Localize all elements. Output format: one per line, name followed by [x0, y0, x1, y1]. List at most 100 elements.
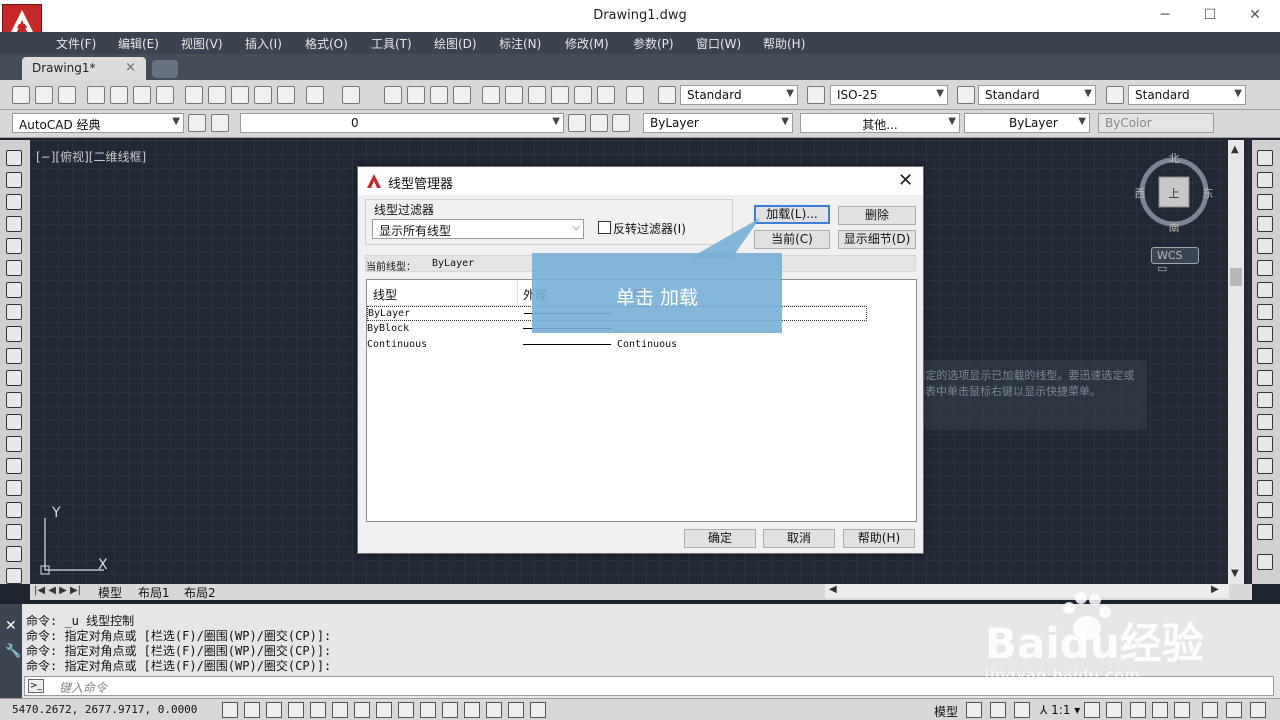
ducs-icon[interactable]: [398, 702, 414, 718]
close-icon[interactable]: ✕: [5, 618, 17, 634]
polygon-icon[interactable]: [6, 216, 22, 232]
ellipse-icon[interactable]: [6, 348, 22, 364]
ok-button[interactable]: 确定: [684, 529, 756, 548]
delete-button[interactable]: 删除: [838, 206, 916, 225]
invert-filter-label[interactable]: 反转过滤器(I): [613, 220, 686, 237]
wcs-menu[interactable]: WCS ▭: [1151, 247, 1199, 275]
arc-icon[interactable]: [6, 260, 22, 276]
chamfer-icon[interactable]: [1257, 458, 1273, 474]
auto-scale-icon[interactable]: [1106, 702, 1122, 718]
viewcube[interactable]: 北 南 西 东 上: [1134, 152, 1214, 232]
filter-select[interactable]: 显示所有线型 ⌵: [372, 219, 584, 239]
menu-help[interactable]: 帮助(H): [763, 35, 805, 52]
save-icon[interactable]: [58, 86, 76, 104]
table-style-select[interactable]: Standard ▼: [978, 85, 1096, 105]
new-icon[interactable]: [12, 86, 30, 104]
circle-icon[interactable]: [6, 282, 22, 298]
zoom-window-icon[interactable]: [430, 86, 448, 104]
table-style-icon[interactable]: [957, 86, 975, 104]
scale-icon[interactable]: [1257, 304, 1273, 320]
scroll-up-icon[interactable]: ▲: [1231, 144, 1239, 155]
publish-icon[interactable]: [133, 86, 151, 104]
compass-west[interactable]: 西: [1135, 187, 1146, 200]
menu-draw[interactable]: 绘图(D): [434, 35, 477, 52]
scroll-thumb[interactable]: [1230, 268, 1242, 286]
layer-state-icon[interactable]: [612, 114, 630, 132]
command-window-handle[interactable]: ✕ 🔧: [0, 604, 22, 698]
3d-osnap-icon[interactable]: [354, 702, 370, 718]
make-block-icon[interactable]: [6, 414, 22, 430]
current-button[interactable]: 当前(C): [754, 230, 830, 249]
multiline-text-icon[interactable]: [6, 546, 22, 562]
help-icon[interactable]: [626, 86, 644, 104]
break-icon[interactable]: [1257, 414, 1273, 430]
ortho-icon[interactable]: [288, 702, 304, 718]
workspace-select[interactable]: AutoCAD 经典 ▼: [12, 113, 184, 133]
cancel-button[interactable]: 取消: [763, 529, 835, 548]
pan-status-icon[interactable]: [1014, 702, 1030, 718]
infer-constraints-icon[interactable]: [222, 702, 238, 718]
clean-screen-icon[interactable]: [1250, 702, 1266, 718]
menu-insert[interactable]: 插入(I): [245, 35, 282, 52]
move-icon[interactable]: [1257, 260, 1273, 276]
erase-icon[interactable]: [1257, 150, 1273, 166]
scroll-down-icon[interactable]: ▼: [1231, 568, 1239, 579]
tab-layout1[interactable]: 布局1: [138, 584, 170, 601]
transparency-icon[interactable]: [464, 702, 480, 718]
make-current-layer-icon[interactable]: [568, 114, 586, 132]
rectangle-icon[interactable]: [6, 238, 22, 254]
annotation-monitor-icon[interactable]: [530, 702, 546, 718]
zoom-previous-icon[interactable]: [453, 86, 471, 104]
break-at-point-icon[interactable]: [1257, 392, 1273, 408]
stretch-icon[interactable]: [1257, 326, 1273, 342]
quick-view-layouts-icon[interactable]: [966, 702, 982, 718]
match-properties-icon[interactable]: [254, 86, 272, 104]
workspace-settings-icon[interactable]: [188, 114, 206, 132]
ellipse-arc-icon[interactable]: [6, 370, 22, 386]
menu-view[interactable]: 视图(V): [181, 35, 223, 52]
layer-select[interactable]: 0 ▼: [240, 113, 564, 133]
fillet-icon[interactable]: [1257, 480, 1273, 496]
block-editor-icon[interactable]: [277, 86, 295, 104]
text-style-select[interactable]: Standard ▼: [680, 85, 798, 105]
document-tab[interactable]: Drawing1* ×: [22, 57, 146, 80]
design-center-icon[interactable]: [505, 86, 523, 104]
annotation-scale[interactable]: ⅄ 1:1 ▾: [1040, 703, 1080, 717]
region-icon[interactable]: [6, 502, 22, 518]
selection-cycling-icon[interactable]: [508, 702, 524, 718]
open-icon[interactable]: [35, 86, 53, 104]
markup-icon[interactable]: [574, 86, 592, 104]
close-button[interactable]: ✕: [1240, 4, 1270, 26]
copy-icon[interactable]: [208, 86, 226, 104]
linetype-select[interactable]: 其他... ▼: [800, 113, 960, 133]
rotate-icon[interactable]: [1257, 282, 1273, 298]
menu-dimension[interactable]: 标注(N): [499, 35, 541, 52]
scroll-left-icon[interactable]: ◀: [829, 584, 837, 595]
workspace-switch-icon[interactable]: [1130, 702, 1146, 718]
hardware-acceleration-icon[interactable]: [1174, 702, 1190, 718]
hatch-icon[interactable]: [6, 458, 22, 474]
revision-cloud-icon[interactable]: [6, 304, 22, 320]
menu-format[interactable]: 格式(O): [305, 35, 348, 52]
invert-filter-checkbox[interactable]: [598, 221, 611, 234]
calculator-icon[interactable]: [597, 86, 615, 104]
list-item[interactable]: Continuous Continuous: [367, 338, 867, 353]
otrack-icon[interactable]: [376, 702, 392, 718]
pan-icon[interactable]: [384, 86, 402, 104]
lineweight-toggle-icon[interactable]: [442, 702, 458, 718]
copy-object-icon[interactable]: [1257, 172, 1273, 188]
layer-previous-icon[interactable]: [590, 114, 608, 132]
coordinates-readout[interactable]: 5470.2672, 2677.9717, 0.0000: [12, 703, 197, 716]
load-button[interactable]: 加载(L)...: [754, 205, 830, 224]
vertical-scrollbar[interactable]: ▲ ▼: [1228, 140, 1244, 584]
join-icon[interactable]: [1257, 436, 1273, 452]
point-icon[interactable]: [6, 436, 22, 452]
trim-icon[interactable]: [1257, 348, 1273, 364]
explode-icon[interactable]: [1257, 524, 1273, 540]
paste-icon[interactable]: [231, 86, 249, 104]
array-icon[interactable]: [1257, 238, 1273, 254]
column-header-linetype[interactable]: 线型: [373, 286, 397, 303]
blend-curves-icon[interactable]: [1257, 502, 1273, 518]
sheet-set-icon[interactable]: [551, 86, 569, 104]
close-icon[interactable]: ×: [125, 60, 136, 75]
